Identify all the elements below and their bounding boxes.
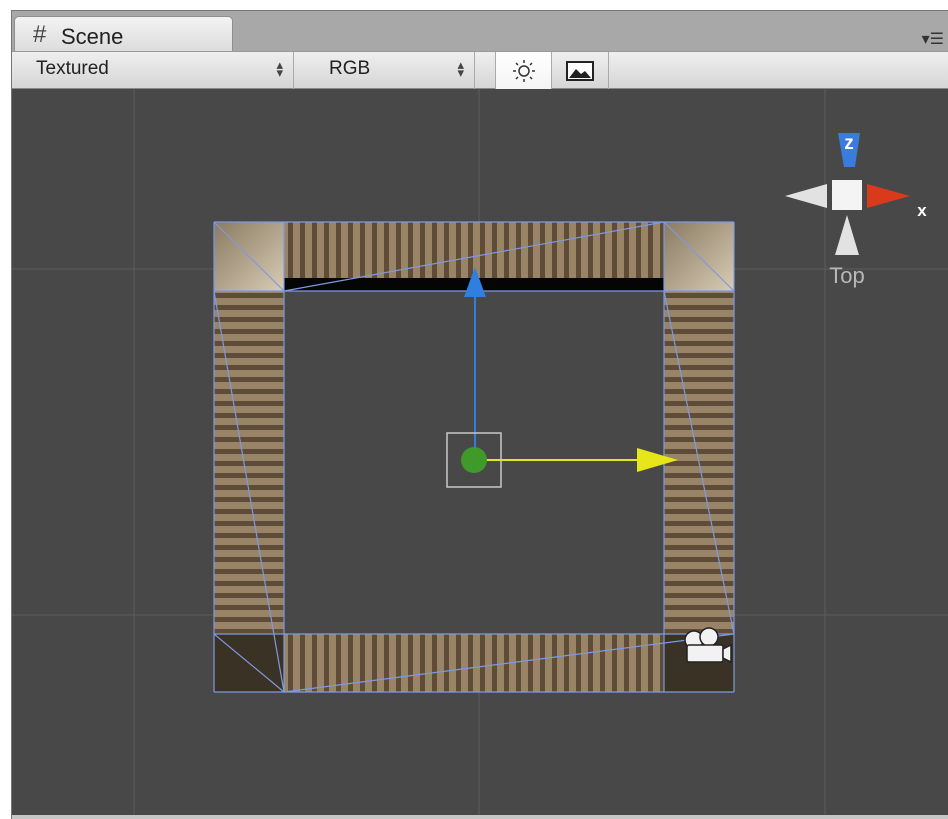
scene-canvas: z x Top bbox=[12, 89, 948, 816]
scene-lighting-button[interactable] bbox=[495, 52, 552, 89]
scene-grid-icon: # bbox=[33, 21, 47, 48]
center-cube[interactable] bbox=[832, 180, 862, 210]
scene-overlay-button[interactable] bbox=[552, 52, 609, 89]
window-bottom-edge bbox=[12, 815, 948, 819]
tab-scene[interactable]: # Scene bbox=[14, 16, 233, 52]
top-wall bbox=[284, 222, 664, 278]
neg-x-axis-cone-icon[interactable] bbox=[785, 184, 827, 208]
scene-viewport[interactable]: z x Top bbox=[12, 89, 948, 816]
x-axis-cone-icon[interactable] bbox=[867, 184, 910, 208]
neg-z-axis-cone-icon[interactable] bbox=[835, 215, 859, 255]
scene-window: # Scene ▾☰ Textured ▴ ▾ RGB ▴ ▾ z x Top bbox=[11, 10, 948, 819]
color-mode-value: RGB bbox=[329, 58, 371, 79]
view-label: Top bbox=[829, 263, 864, 288]
updown-arrow-icon: ▴ ▾ bbox=[276, 57, 283, 80]
pivot-point[interactable] bbox=[461, 447, 487, 473]
scene-toolbar: Textured ▴ ▾ RGB ▴ ▾ bbox=[12, 51, 948, 89]
tab-label: Scene bbox=[61, 24, 124, 49]
x-axis-label: x bbox=[917, 201, 927, 220]
tab-bar: # Scene ▾☰ bbox=[12, 11, 948, 52]
render-mode-dropdown[interactable]: Textured ▴ ▾ bbox=[22, 52, 294, 89]
render-mode-value: Textured bbox=[36, 58, 109, 79]
image-icon bbox=[566, 60, 594, 81]
z-axis-label: z bbox=[844, 133, 854, 154]
left-wall bbox=[214, 291, 284, 634]
bottom-wall bbox=[284, 634, 664, 692]
updown-arrow-icon: ▴ ▾ bbox=[457, 57, 464, 80]
orientation-gizmo[interactable]: z x Top bbox=[785, 133, 927, 288]
color-mode-dropdown[interactable]: RGB ▴ ▾ bbox=[315, 52, 475, 89]
sun-icon bbox=[512, 59, 535, 82]
panel-menu-icon[interactable]: ▾☰ bbox=[922, 29, 944, 49]
